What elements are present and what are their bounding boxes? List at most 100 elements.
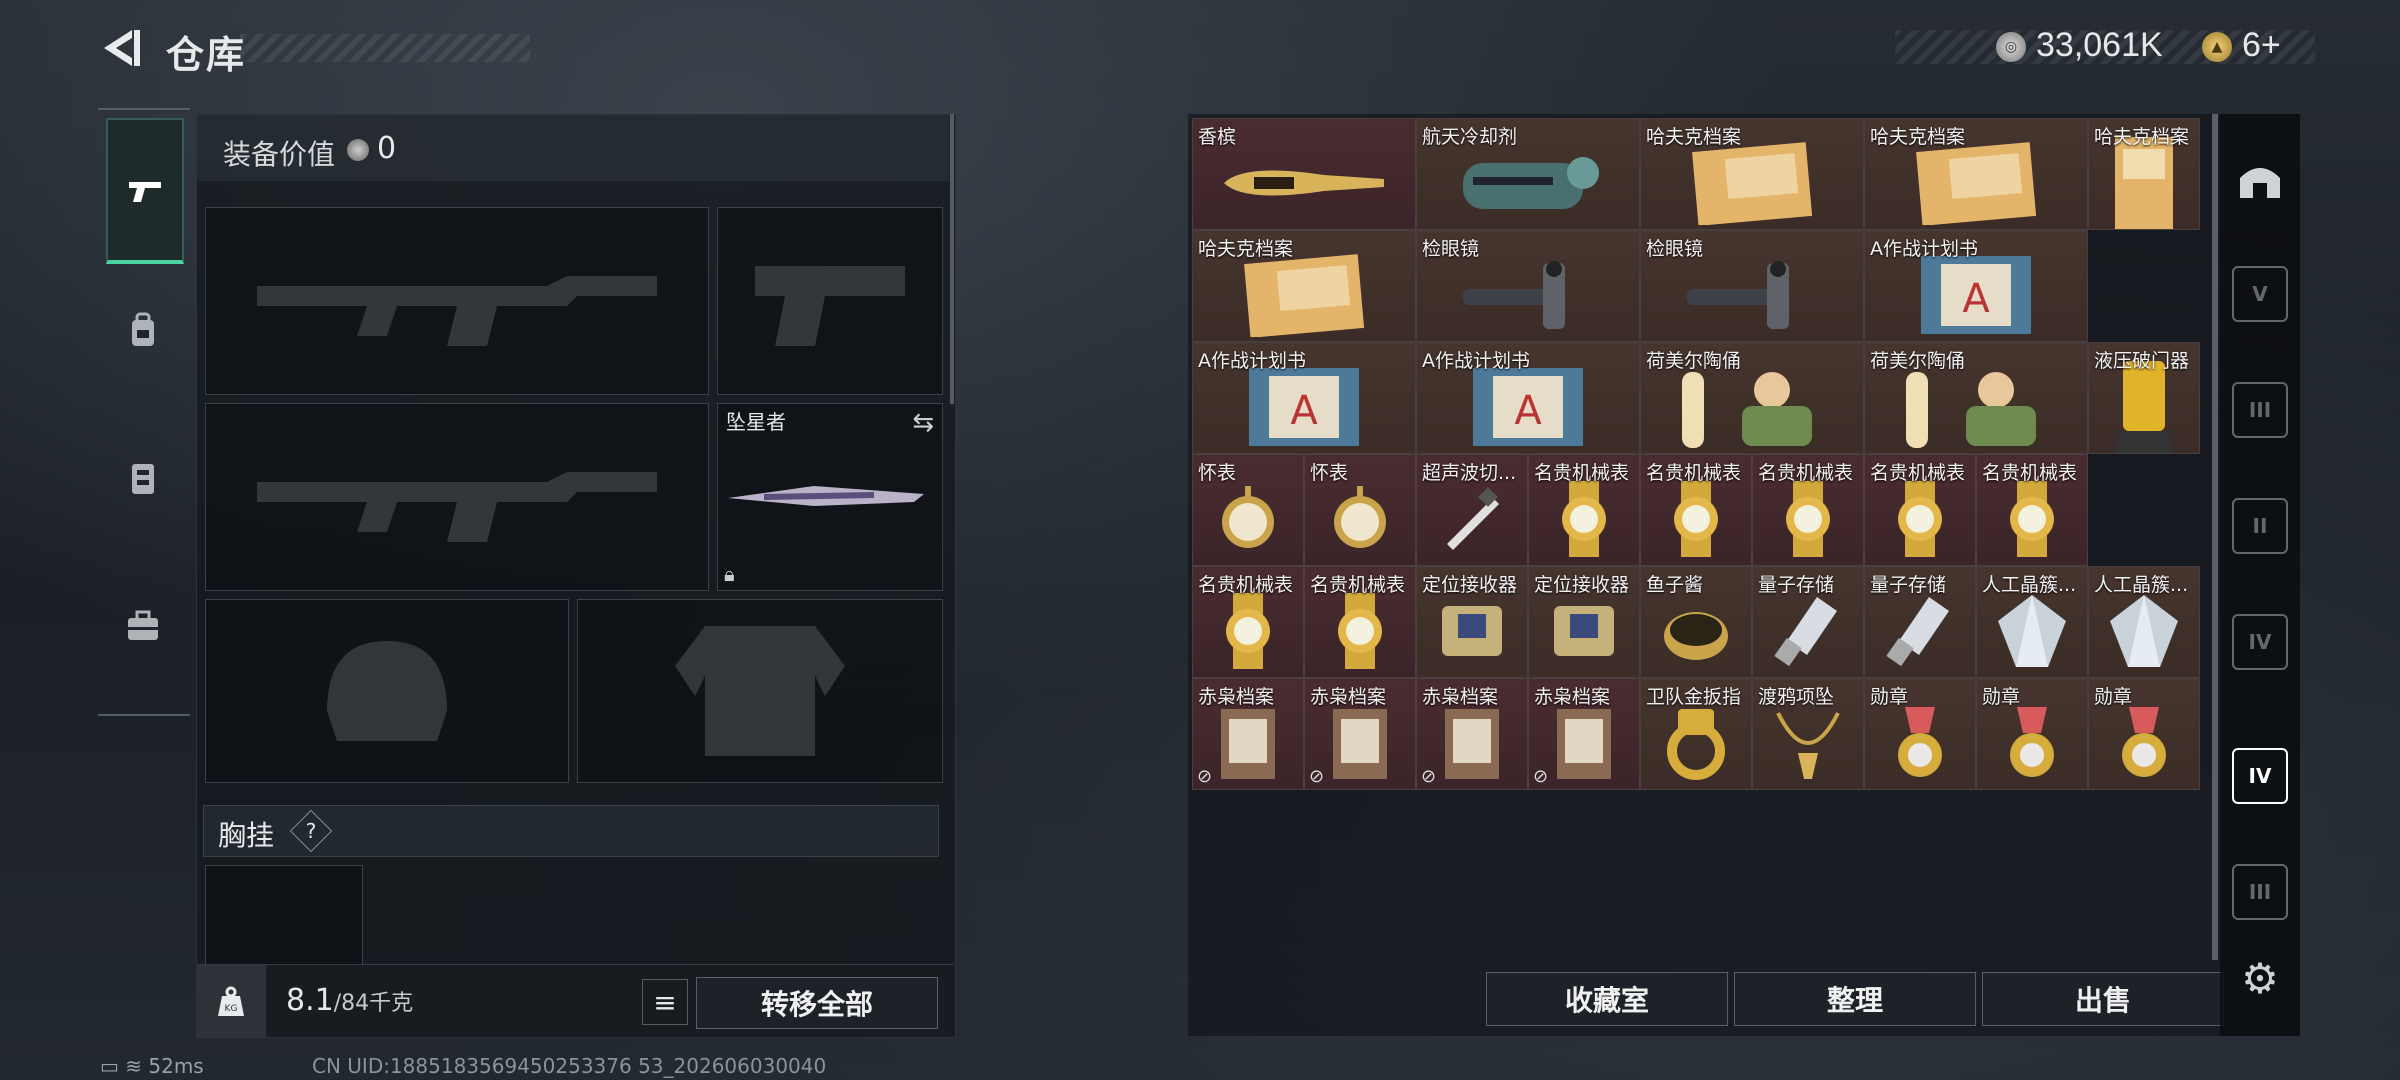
ticket-amount: 6+ — [2242, 26, 2281, 64]
sell-button[interactable]: 出售 — [1982, 972, 2224, 1026]
storage-item[interactable]: 卫队金扳指 — [1640, 678, 1752, 790]
storage-item[interactable]: 人工晶簇... — [2088, 566, 2200, 678]
sidearm-slot[interactable] — [717, 207, 943, 395]
storage-item[interactable]: 怀表 — [1304, 454, 1416, 566]
storage-item[interactable]: 名贵机械表 — [1192, 566, 1304, 678]
storage-item[interactable]: 检眼镜 — [1640, 230, 1864, 342]
tab-case[interactable] — [106, 556, 180, 696]
rail-tab-1[interactable]: V — [2232, 266, 2288, 322]
swap-icon[interactable]: ⇆ — [912, 408, 934, 438]
storage-item[interactable]: 人工晶簇... — [1976, 566, 2088, 678]
storage-item[interactable]: 超声波切... — [1416, 454, 1528, 566]
currency-amount: 33,061K — [2036, 26, 2163, 64]
pistol-icon — [129, 182, 161, 202]
chest-rig-slot[interactable] — [205, 865, 363, 967]
rail-tab-2[interactable]: III — [2232, 382, 2288, 438]
storage-item[interactable]: 名贵机械表 — [1640, 454, 1752, 566]
storage-item[interactable]: 量子存储 — [1752, 566, 1864, 678]
storage-item[interactable]: 检眼镜 — [1416, 230, 1640, 342]
storage-scrollbar[interactable] — [2212, 114, 2218, 960]
item-name: 赤枭档案 — [1534, 686, 1611, 708]
rail-tab-4[interactable]: IV — [2232, 614, 2288, 670]
armor-slot[interactable] — [577, 599, 943, 783]
rail-tab-5[interactable]: IV — [2232, 748, 2288, 804]
item-name: 名贵机械表 — [1982, 462, 2078, 484]
item-name: 人工晶簇... — [1982, 574, 2077, 596]
storage-item[interactable]: 名贵机械表 — [1752, 454, 1864, 566]
storage-item[interactable]: 赤枭档案 ⊘ — [1304, 678, 1416, 790]
sort-button[interactable]: 整理 — [1734, 972, 1976, 1026]
storage-item[interactable]: 量子存储 — [1864, 566, 1976, 678]
item-name: 名贵机械表 — [1310, 574, 1406, 596]
rail-tab-6[interactable]: III — [2232, 864, 2288, 920]
rail-tab-3[interactable]: II — [2232, 498, 2288, 554]
storage-item[interactable]: 名贵机械表 — [1304, 566, 1416, 678]
storage-item[interactable]: A作战计划书 A — [1192, 342, 1416, 454]
item-name: 怀表 — [1198, 462, 1237, 484]
item-name: 检眼镜 — [1646, 238, 1704, 260]
item-name: 勋章 — [1982, 686, 2021, 708]
storage-item[interactable]: 赤枭档案 ⊘ — [1192, 678, 1304, 790]
storage-item[interactable]: 勋章 — [1864, 678, 1976, 790]
item-image — [2109, 703, 2179, 787]
weight-readout: 8.1/84千克 — [286, 983, 414, 1018]
storage-item[interactable]: 鱼子酱 — [1640, 566, 1752, 678]
melee-name: 坠星者 — [726, 410, 786, 434]
storage-item[interactable]: 荷美尔陶俑 — [1640, 342, 1864, 454]
item-image — [1325, 591, 1395, 675]
rail-home[interactable] — [2232, 150, 2288, 206]
item-name: 量子存储 — [1758, 574, 1835, 596]
equipment-scrollbar[interactable] — [950, 114, 954, 404]
storage-item[interactable]: 勋章 — [1976, 678, 2088, 790]
back-button[interactable] — [98, 26, 142, 70]
storage-item[interactable]: 哈夫克档案 — [1640, 118, 1864, 230]
help-icon[interactable]: ? — [289, 809, 333, 853]
primary-weapon-slot[interactable] — [205, 207, 709, 395]
title-decoration — [240, 34, 530, 62]
item-name: 航天冷却剂 — [1422, 126, 1518, 148]
settings-gear-icon[interactable]: ⚙ — [2232, 950, 2288, 1006]
collection-room-button[interactable]: 收藏室 — [1486, 972, 1728, 1026]
storage-item[interactable]: 赤枭档案 ⊘ — [1528, 678, 1640, 790]
item-image — [1437, 484, 1507, 558]
storage-item[interactable]: 渡鸦项坠 — [1752, 678, 1864, 790]
tab-vest[interactable] — [106, 408, 180, 548]
uid-text: CN UID:1885183569450253376 53_2026060300… — [312, 1054, 827, 1078]
backpack-icon — [132, 312, 154, 346]
storage-item[interactable]: 怀表 — [1192, 454, 1304, 566]
item-image — [1911, 141, 2041, 229]
item-image — [1239, 253, 1369, 341]
storage-item[interactable]: 勋章 — [2088, 678, 2200, 790]
transfer-all-button[interactable]: 转移全部 — [696, 977, 938, 1029]
item-image — [1997, 479, 2067, 563]
storage-item[interactable]: 荷美尔陶俑 — [1864, 342, 2088, 454]
svg-text:A: A — [1962, 276, 1990, 322]
storage-item[interactable]: 名贵机械表 — [1864, 454, 1976, 566]
storage-item[interactable]: 液压破门器 — [2088, 342, 2200, 454]
item-image — [1997, 703, 2067, 787]
storage-item[interactable]: 哈夫克档案 — [1192, 230, 1416, 342]
secondary-weapon-slot[interactable] — [205, 403, 709, 591]
storage-item[interactable]: 赤枭档案 ⊘ — [1416, 678, 1528, 790]
storage-item[interactable]: 定位接收器 — [1416, 566, 1528, 678]
item-name: 超声波切... — [1422, 462, 1517, 484]
storage-item[interactable]: 航天冷却剂 — [1416, 118, 1640, 230]
storage-item[interactable]: A作战计划书 A — [1416, 342, 1640, 454]
storage-item[interactable]: 定位接收器 — [1528, 566, 1640, 678]
helmet-slot[interactable] — [205, 599, 569, 783]
storage-item[interactable]: 香槟 — [1192, 118, 1416, 230]
tab-weapons[interactable] — [106, 118, 184, 264]
storage-item[interactable]: A作战计划书 A — [1864, 230, 2088, 342]
item-name: 哈夫克档案 — [2094, 126, 2190, 148]
weight-bar: KG 8.1/84千克 ≡ 转移全部 — [196, 964, 954, 1037]
item-image — [1768, 703, 1848, 787]
list-view-button[interactable]: ≡ — [642, 979, 688, 1025]
item-name: A作战计划书 — [1870, 238, 1978, 260]
storage-item[interactable]: 名贵机械表 — [1528, 454, 1640, 566]
tab-backpack[interactable] — [106, 260, 180, 400]
storage-item[interactable]: 名贵机械表 — [1976, 454, 2088, 566]
storage-item[interactable]: 哈夫克档案 — [1864, 118, 2088, 230]
storage-item[interactable]: 哈夫克档案 — [2088, 118, 2200, 230]
item-image — [2104, 591, 2184, 675]
melee-slot[interactable]: 坠星者 ⇆ 🔒︎ — [717, 403, 943, 591]
